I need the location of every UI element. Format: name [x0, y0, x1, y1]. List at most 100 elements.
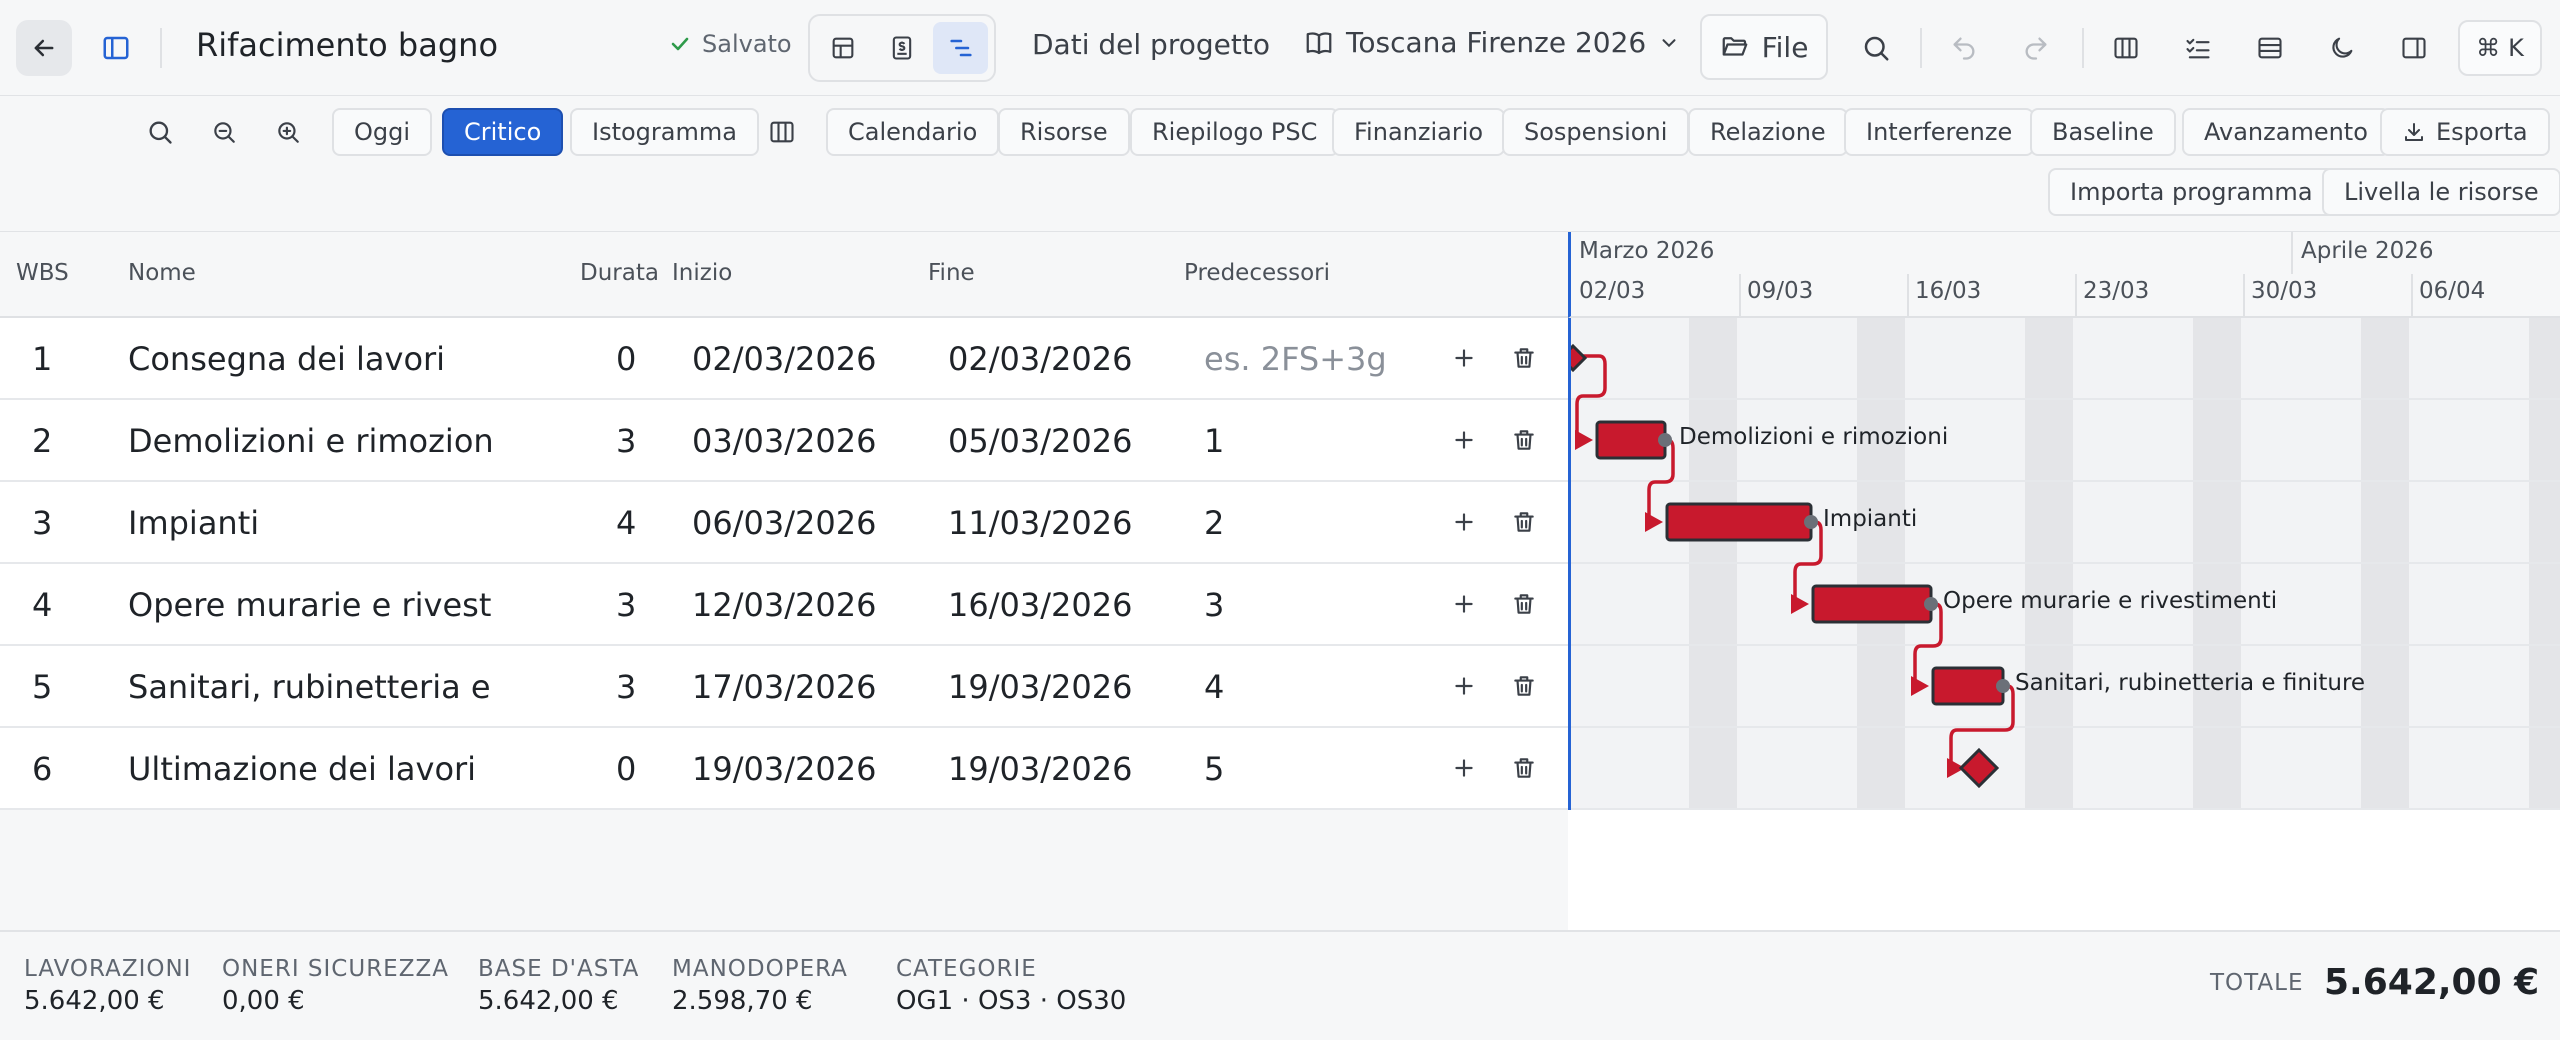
- calendar-button[interactable]: Calendario: [826, 108, 1000, 156]
- cell-end[interactable]: 19/03/2026: [948, 750, 1132, 788]
- table-row[interactable]: 5 Sanitari, rubinetteria e 3 17/03/2026 19/0…: [0, 646, 1568, 728]
- cell-duration[interactable]: 0: [616, 340, 636, 378]
- cell-end[interactable]: 16/03/2026: [948, 586, 1132, 624]
- cell-predecessors[interactable]: 4: [1204, 668, 1224, 706]
- column-header-wbs[interactable]: WBS: [16, 260, 69, 286]
- view-table-button[interactable]: [816, 22, 871, 74]
- add-subtask-button[interactable]: [1444, 338, 1484, 378]
- suspensions-button[interactable]: Sospensioni: [1502, 108, 1690, 156]
- project-data-link[interactable]: Dati del progetto: [1032, 28, 1270, 61]
- cell-name[interactable]: Consegna dei lavori: [128, 340, 445, 378]
- cell-name[interactable]: Demolizioni e rimozion: [128, 422, 494, 460]
- redo-button[interactable]: [2012, 24, 2060, 72]
- resources-button[interactable]: Risorse: [998, 108, 1130, 156]
- view-estimate-button[interactable]: [875, 22, 930, 74]
- add-subtask-button[interactable]: [1444, 666, 1484, 706]
- export-button[interactable]: Esporta: [2380, 108, 2550, 156]
- column-settings-button[interactable]: [758, 108, 806, 156]
- table-row[interactable]: 6 Ultimazione dei lavori 0 19/03/2026 19/03/…: [0, 728, 1568, 810]
- cell-name[interactable]: Opere murarie e rivest: [128, 586, 491, 624]
- table-row[interactable]: 1 Consegna dei lavori 0 02/03/2026 02/03/202…: [0, 318, 1568, 400]
- baseline-button[interactable]: Baseline: [2030, 108, 2176, 156]
- progress-button[interactable]: Avanzamento: [2182, 108, 2390, 156]
- cell-start[interactable]: 12/03/2026: [692, 586, 876, 624]
- cell-wbs[interactable]: 3: [32, 504, 52, 542]
- link-arrowhead: [1575, 430, 1593, 450]
- right-panel-button[interactable]: [2390, 24, 2438, 72]
- cell-end[interactable]: 19/03/2026: [948, 668, 1132, 706]
- report-button[interactable]: Relazione: [1688, 108, 1848, 156]
- cell-duration[interactable]: 4: [616, 504, 636, 542]
- add-subtask-button[interactable]: [1444, 420, 1484, 460]
- cell-wbs[interactable]: 1: [32, 340, 52, 378]
- add-subtask-button[interactable]: [1444, 502, 1484, 542]
- checklist-button[interactable]: [2174, 24, 2222, 72]
- file-button[interactable]: File: [1700, 14, 1828, 80]
- cell-start[interactable]: 19/03/2026: [692, 750, 876, 788]
- cell-wbs[interactable]: 4: [32, 586, 52, 624]
- cell-duration[interactable]: 3: [616, 422, 636, 460]
- cell-predecessors[interactable]: 5: [1204, 750, 1224, 788]
- histogram-button[interactable]: Istogramma: [570, 108, 759, 156]
- cell-name[interactable]: Ultimazione dei lavori: [128, 750, 476, 788]
- cell-wbs[interactable]: 6: [32, 750, 52, 788]
- cell-duration[interactable]: 0: [616, 750, 636, 788]
- cell-start[interactable]: 06/03/2026: [692, 504, 876, 542]
- view-gantt-button[interactable]: [933, 22, 989, 74]
- rows-button[interactable]: [2246, 24, 2294, 72]
- cell-duration[interactable]: 3: [616, 668, 636, 706]
- cell-name[interactable]: Sanitari, rubinetteria e: [128, 668, 491, 706]
- cell-start[interactable]: 17/03/2026: [692, 668, 876, 706]
- cell-duration[interactable]: 3: [616, 586, 636, 624]
- trash-icon: [1514, 676, 1534, 696]
- interferences-button[interactable]: Interferenze: [1844, 108, 2035, 156]
- add-subtask-button[interactable]: [1444, 584, 1484, 624]
- delete-task-button[interactable]: [1504, 584, 1544, 624]
- add-subtask-button[interactable]: [1444, 748, 1484, 788]
- project-selector[interactable]: Toscana Firenze 2026: [1304, 26, 1680, 59]
- cell-start[interactable]: 02/03/2026: [692, 340, 876, 378]
- column-header-start[interactable]: Inizio: [672, 260, 732, 286]
- table-row[interactable]: 4 Opere murarie e rivest 3 12/03/2026 16/03/…: [0, 564, 1568, 646]
- table-row[interactable]: 3 Impianti 4 06/03/2026 11/03/2026 2: [0, 482, 1568, 564]
- column-header-duration[interactable]: Durata: [580, 260, 659, 286]
- delete-task-button[interactable]: [1504, 666, 1544, 706]
- column-header-end[interactable]: Fine: [928, 260, 975, 286]
- import-schedule-button[interactable]: Importa programma: [2048, 168, 2335, 216]
- cell-name[interactable]: Impianti: [128, 504, 259, 542]
- cell-predecessors[interactable]: 3: [1204, 586, 1224, 624]
- command-palette-button[interactable]: ⌘ K: [2458, 20, 2542, 76]
- zoom-out-button[interactable]: [200, 108, 248, 156]
- bar-label: Demolizioni e rimozioni: [1679, 424, 1949, 450]
- zoom-in-button[interactable]: [264, 108, 312, 156]
- sidebar-toggle-button[interactable]: [88, 20, 144, 76]
- critical-path-button[interactable]: Critico: [442, 108, 564, 156]
- back-button[interactable]: [16, 20, 72, 76]
- columns-button[interactable]: [2102, 24, 2150, 72]
- delete-task-button[interactable]: [1504, 420, 1544, 460]
- delete-task-button[interactable]: [1504, 748, 1544, 788]
- search-button[interactable]: [1852, 24, 1900, 72]
- cell-wbs[interactable]: 5: [32, 668, 52, 706]
- undo-button[interactable]: [1940, 24, 1988, 72]
- delete-task-button[interactable]: [1504, 502, 1544, 542]
- level-resources-button[interactable]: Livella le risorse: [2322, 168, 2560, 216]
- cell-wbs[interactable]: 2: [32, 422, 52, 460]
- plus-icon: [1455, 677, 1473, 695]
- cell-end[interactable]: 11/03/2026: [948, 504, 1132, 542]
- cell-predecessors[interactable]: es. 2FS+3g: [1204, 340, 1387, 378]
- cell-predecessors[interactable]: 1: [1204, 422, 1224, 460]
- cell-start[interactable]: 03/03/2026: [692, 422, 876, 460]
- cell-predecessors[interactable]: 2: [1204, 504, 1224, 542]
- cell-end[interactable]: 05/03/2026: [948, 422, 1132, 460]
- search-tasks-button[interactable]: [136, 108, 184, 156]
- column-header-predecessors[interactable]: Predecessori: [1184, 260, 1330, 286]
- table-row[interactable]: 2 Demolizioni e rimozion 3 03/03/2026 05/03/…: [0, 400, 1568, 482]
- cell-end[interactable]: 02/03/2026: [948, 340, 1132, 378]
- delete-task-button[interactable]: [1504, 338, 1544, 378]
- financial-button[interactable]: Finanziario: [1332, 108, 1506, 156]
- today-button[interactable]: Oggi: [332, 108, 433, 156]
- psc-summary-button[interactable]: Riepilogo PSC: [1130, 108, 1340, 156]
- dark-mode-button[interactable]: [2318, 24, 2366, 72]
- column-header-name[interactable]: Nome: [128, 260, 196, 286]
